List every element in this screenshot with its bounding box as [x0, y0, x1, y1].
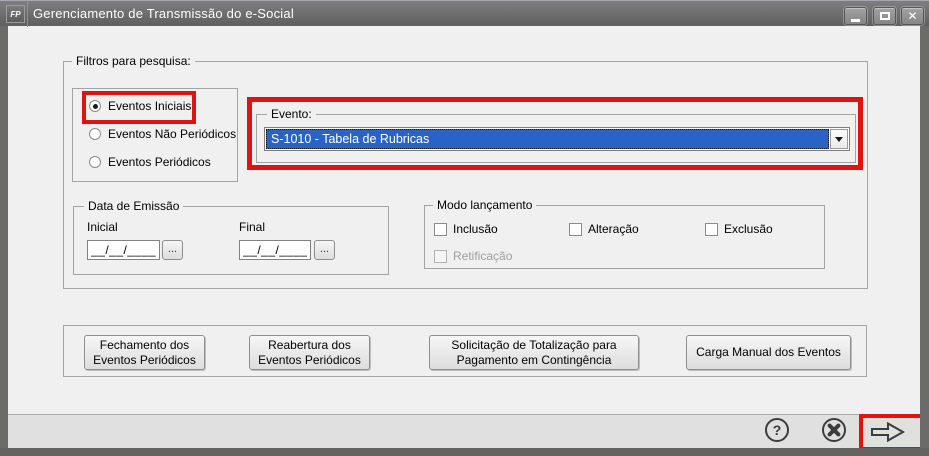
carga-manual-button[interactable]: Carga Manual dos Eventos	[686, 335, 851, 370]
filters-group-label: Filtros para pesquisa:	[72, 54, 195, 68]
close-button[interactable]: ✕	[901, 7, 924, 25]
checkbox-label: Retificação	[453, 249, 512, 263]
inicial-label: Inicial	[87, 220, 118, 234]
filters-groupbox: Filtros para pesquisa: Eventos Iniciais …	[63, 61, 868, 289]
minimize-button[interactable]	[844, 7, 867, 25]
data-final-input[interactable]	[239, 240, 311, 260]
checkbox-inclusao[interactable]: Inclusão	[434, 222, 498, 236]
minimize-icon	[851, 19, 860, 22]
checkbox-unchecked-icon	[434, 250, 447, 263]
checkbox-unchecked-icon	[705, 223, 718, 236]
final-label: Final	[239, 220, 265, 234]
maximize-icon	[880, 12, 890, 20]
evento-selected-value: S-1010 - Tabela de Rubricas	[266, 129, 829, 149]
checkbox-retificacao: Retificação	[434, 249, 512, 263]
evento-groupbox: Evento: S-1010 - Tabela de Rubricas	[256, 114, 856, 163]
data-emissao-group-label: Data de Emissão	[84, 199, 183, 213]
checkbox-label: Exclusão	[724, 222, 773, 236]
esocial-transmission-window: FP Gerenciamento de Transmissão do e-Soc…	[0, 0, 929, 456]
help-button[interactable]: ?	[764, 417, 790, 443]
fechamento-eventos-button[interactable]: Fechamento dos Eventos Periódicos	[84, 335, 205, 370]
radio-eventos-iniciais[interactable]: Eventos Iniciais	[89, 99, 191, 113]
titlebar-separator	[27, 1, 28, 27]
checkbox-exclusao[interactable]: Exclusão	[705, 222, 773, 236]
evento-group-label: Evento:	[267, 107, 316, 121]
modo-lancamento-group-label: Modo lançamento	[433, 198, 536, 212]
evento-dropdown[interactable]: S-1010 - Tabela de Rubricas	[264, 127, 850, 151]
radio-label: Eventos Não Periódicos	[108, 127, 236, 141]
checkbox-label: Inclusão	[453, 222, 498, 236]
close-icon: ✕	[907, 10, 917, 22]
data-emissao-groupbox: Data de Emissão Inicial ... Final ...	[73, 206, 389, 275]
event-type-panel: Eventos Iniciais Eventos Não Periódicos …	[72, 88, 238, 182]
radio-label: Eventos Periódicos	[108, 155, 211, 169]
data-final-browse-button[interactable]: ...	[314, 240, 335, 260]
window-border-left	[0, 26, 8, 456]
maximize-button[interactable]	[873, 7, 896, 25]
modo-lancamento-groupbox: Modo lançamento Inclusão Alteração Exclu…	[424, 205, 825, 269]
checkbox-alteracao[interactable]: Alteração	[569, 222, 639, 236]
data-inicial-browse-button[interactable]: ...	[162, 240, 183, 260]
arrow-right-icon	[869, 420, 907, 444]
proceed-button[interactable]	[869, 420, 907, 444]
evento-dropdown-button[interactable]	[830, 129, 848, 149]
radio-unselected-icon	[89, 128, 101, 140]
window-border-right	[920, 26, 929, 456]
radio-eventos-nao-periodicos[interactable]: Eventos Não Periódicos	[89, 127, 236, 141]
app-fp-icon[interactable]: FP	[6, 5, 25, 23]
radio-label: Eventos Iniciais	[108, 99, 191, 113]
svg-text:?: ?	[773, 422, 782, 438]
checkbox-label: Alteração	[588, 222, 639, 236]
cancel-button[interactable]	[821, 417, 847, 443]
checkbox-unchecked-icon	[434, 223, 447, 236]
reabertura-eventos-button[interactable]: Reabertura dos Eventos Periódicos	[249, 335, 370, 370]
chevron-down-icon	[835, 137, 843, 142]
close-circle-icon	[821, 417, 847, 443]
radio-unselected-icon	[89, 156, 101, 168]
radio-selected-icon	[89, 100, 101, 112]
window-border-bottom	[0, 448, 929, 456]
title-bar: FP Gerenciamento de Transmissão do e-Soc…	[0, 0, 929, 26]
radio-eventos-periodicos[interactable]: Eventos Periódicos	[89, 155, 211, 169]
solicitacao-totalizacao-button[interactable]: Solicitação de Totalização para Pagament…	[429, 335, 639, 370]
checkbox-unchecked-icon	[569, 223, 582, 236]
window-title: Gerenciamento de Transmissão do e-Social	[33, 1, 294, 26]
help-circle-icon: ?	[764, 417, 790, 443]
data-inicial-input[interactable]	[87, 240, 160, 260]
actions-panel: Fechamento dos Eventos Periódicos Reaber…	[63, 325, 867, 377]
